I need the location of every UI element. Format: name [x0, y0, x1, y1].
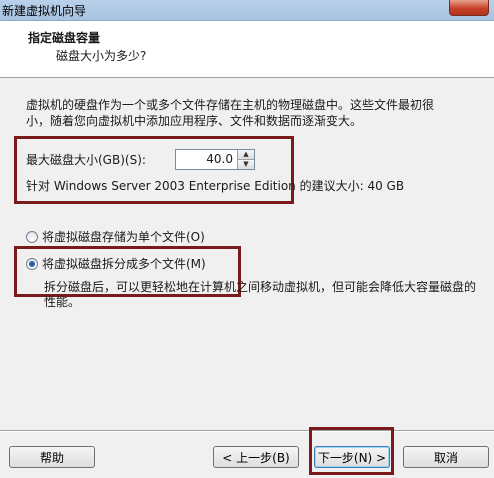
description-line-2: 小，随着您向虚拟机中添加应用程序、文件和数据而逐渐变大。	[26, 114, 363, 128]
header-title: 指定磁盘容量	[28, 31, 101, 45]
cancel-button[interactable]: 取消	[403, 446, 489, 468]
disk-size-recommendation: 针对 Windows Server 2003 Enterprise Editio…	[26, 179, 405, 193]
split-files-description-line-2: 性能。	[44, 295, 81, 309]
next-button[interactable]: 下一步(N) >	[314, 446, 390, 468]
split-files-radio[interactable]	[26, 258, 38, 270]
stepper-down-icon[interactable]: ▼	[238, 159, 254, 169]
help-button[interactable]: 帮助	[9, 446, 95, 468]
single-file-radio[interactable]	[26, 231, 38, 243]
header-subtitle: 磁盘大小为多少?	[56, 49, 147, 63]
disk-size-value[interactable]: 40.0	[176, 150, 237, 169]
stepper-arrows: ▲ ▼	[237, 150, 254, 169]
stepper-up-icon[interactable]: ▲	[238, 150, 254, 159]
window-title: 新建虚拟机向导	[2, 4, 87, 18]
back-button[interactable]: < 上一步(B)	[213, 446, 299, 468]
disk-size-stepper[interactable]: 40.0 ▲ ▼	[175, 149, 255, 170]
title-bar: 新建虚拟机向导	[0, 0, 494, 21]
description-line-1: 虚拟机的硬盘作为一个或多个文件存储在主机的物理磁盘中。这些文件最初很	[26, 98, 435, 112]
wizard-header: 指定磁盘容量 磁盘大小为多少?	[0, 21, 494, 78]
disk-size-label: 最大磁盘大小(GB)(S):	[26, 153, 146, 167]
single-file-label[interactable]: 将虚拟磁盘存储为单个文件(O)	[42, 229, 205, 245]
split-files-description-line-1: 拆分磁盘后，可以更轻松地在计算机之间移动虚拟机，但可能会降低大容量磁盘的	[44, 280, 477, 294]
footer-divider	[0, 430, 494, 432]
close-button[interactable]	[449, 0, 489, 16]
split-files-label[interactable]: 将虚拟磁盘拆分成多个文件(M)	[42, 256, 206, 272]
